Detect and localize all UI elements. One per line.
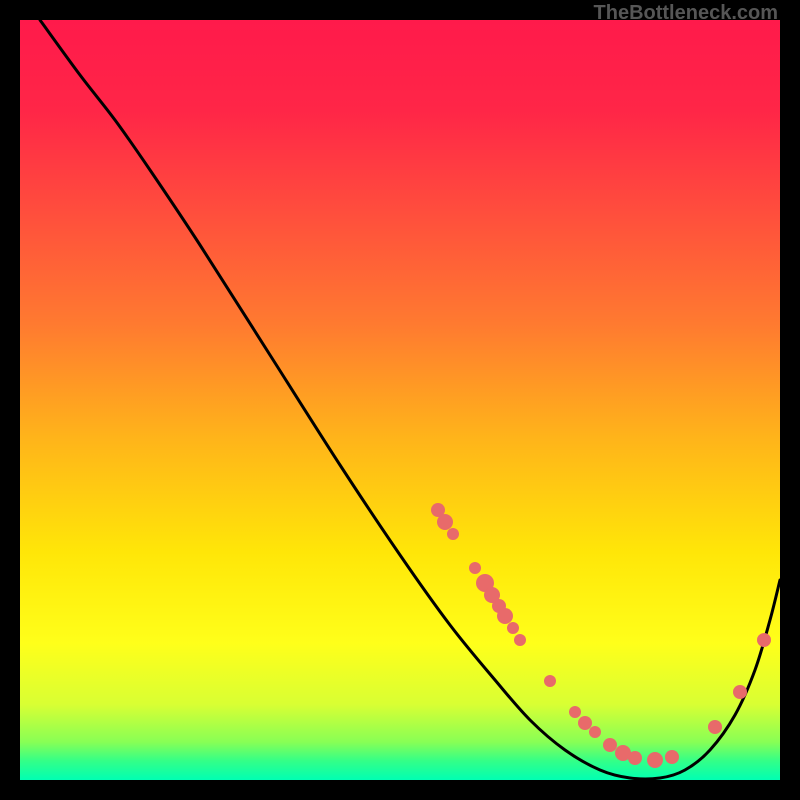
data-dot <box>708 720 722 734</box>
data-dot <box>603 738 617 752</box>
data-dot <box>647 752 663 768</box>
chart-frame <box>20 20 780 780</box>
data-dot <box>447 528 459 540</box>
data-dot <box>469 562 481 574</box>
data-dot <box>437 514 453 530</box>
data-dot <box>757 633 771 647</box>
gradient-background <box>20 20 780 780</box>
data-dot <box>514 634 526 646</box>
data-dot <box>569 706 581 718</box>
data-dot <box>578 716 592 730</box>
watermark-text: TheBottleneck.com <box>594 2 778 25</box>
data-dot <box>589 726 601 738</box>
data-dot <box>628 751 642 765</box>
chart-svg <box>20 20 780 780</box>
data-dot <box>507 622 519 634</box>
data-dot <box>544 675 556 687</box>
data-dot <box>497 608 513 624</box>
data-dot <box>665 750 679 764</box>
data-dot <box>733 685 747 699</box>
